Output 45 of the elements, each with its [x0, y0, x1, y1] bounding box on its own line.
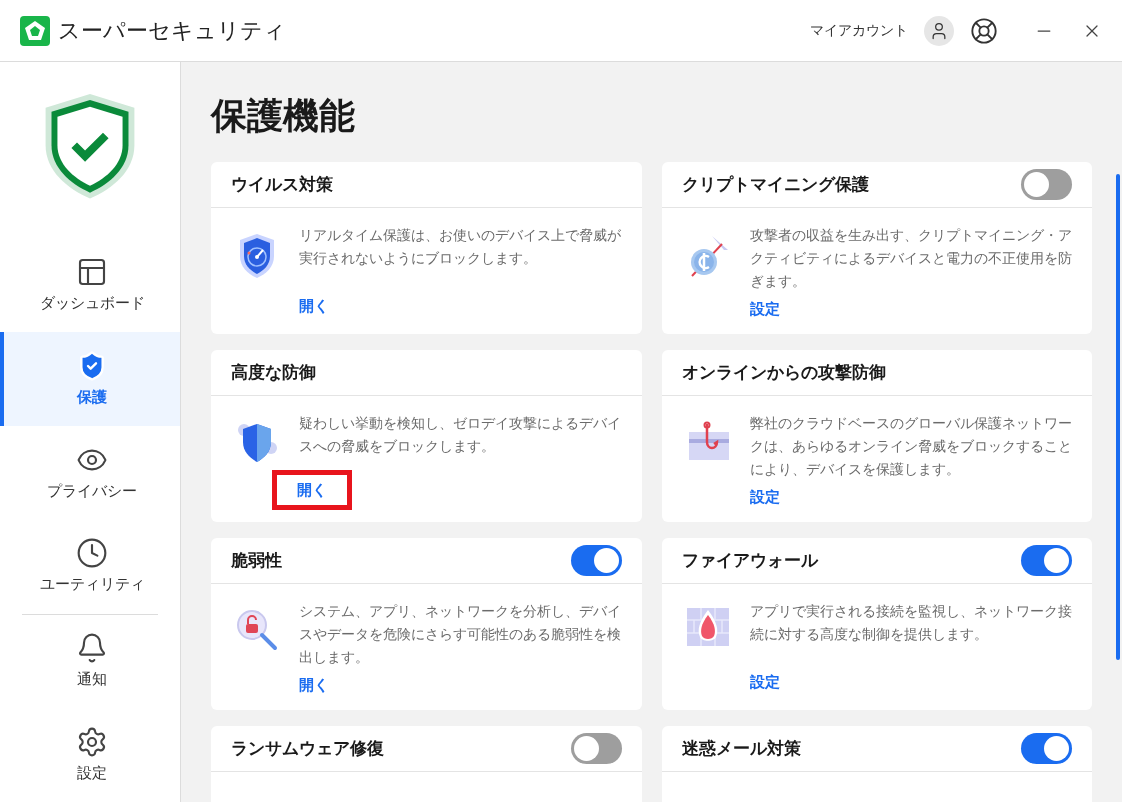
- card-title: クリプトマイニング保護: [681, 172, 869, 196]
- nav-item[interactable]: ユーティリティ: [0, 519, 180, 614]
- bell-icon: [76, 632, 108, 665]
- card-title: ランサムウェア修復: [231, 736, 384, 760]
- toggle-switch[interactable]: [570, 545, 622, 576]
- card-link[interactable]: 開く: [294, 289, 334, 322]
- app-logo-icon: [20, 15, 50, 46]
- toggle-switch[interactable]: [570, 733, 622, 764]
- card-description: 疑わしい挙動を検知し、ゼロデイ攻撃によるデバイスへの脅威をブロックします。: [299, 414, 622, 456]
- card-description: アプリで実行される接続を監視し、ネットワーク接続に対する高度な制御を提供します。: [749, 602, 1072, 644]
- fishing-hook-icon: [686, 420, 729, 462]
- card-description: 攻撃者の収益を生み出す、クリプトマイニング・アクティビティによるデバイスと電力の不正使用を防ぎます。: [749, 226, 1072, 291]
- card-link[interactable]: 設定: [744, 665, 785, 698]
- magnifier-lock-icon: [235, 608, 279, 652]
- page-title: 保護機能: [211, 94, 356, 138]
- app-title: スーパーセキュリティ: [58, 17, 286, 45]
- card-link[interactable]: 設定: [744, 293, 785, 326]
- clock-icon: [76, 537, 108, 570]
- card-description: 弊社のクラウドベースのグローバル保護ネットワークは、あらゆるオンライン脅威をブロックすることにより、デバイスを保護します。: [749, 414, 1072, 479]
- nav-item[interactable]: ダッシュボード: [0, 238, 180, 333]
- card-link[interactable]: 開く: [294, 669, 334, 702]
- shield-gauge-icon: [237, 232, 277, 280]
- card-title: 高度な防御: [231, 360, 316, 384]
- card-title: ファイアウォール: [681, 548, 818, 572]
- nav-item[interactable]: 通知: [0, 614, 180, 709]
- toggle-switch[interactable]: [1021, 169, 1072, 200]
- card-title: 迷惑メール対策: [681, 736, 801, 760]
- card-link[interactable]: 開く: [272, 469, 352, 510]
- card-title: ウイルス対策: [231, 172, 333, 196]
- account-button[interactable]: [924, 15, 954, 46]
- nav-item[interactable]: 保護: [0, 332, 180, 427]
- card-description: リアルタイム保護は、お使いのデバイス上で脅威が実行されないようにブロックします。: [299, 226, 622, 268]
- card-description: システム、アプリ、ネットワークを分析し、デバイスやデータを危険にさらす可能性のある脆弱性を検出します。: [299, 602, 622, 667]
- card-title: 脆弱性: [231, 548, 282, 572]
- toggle-switch[interactable]: [1021, 545, 1072, 576]
- nav-item[interactable]: 設定: [0, 708, 180, 802]
- toggle-switch[interactable]: [1021, 733, 1072, 764]
- help-icon[interactable]: [970, 16, 998, 45]
- account-label[interactable]: マイアカウント: [810, 20, 908, 41]
- card-link[interactable]: 設定: [744, 481, 785, 514]
- brick-wall-flame-icon: [686, 608, 729, 646]
- nav-item[interactable]: プライバシー: [0, 426, 180, 520]
- settings-icon: [76, 725, 108, 758]
- scrollbar[interactable]: [1116, 174, 1120, 660]
- card-title: オンラインからの攻撃防御: [681, 360, 886, 384]
